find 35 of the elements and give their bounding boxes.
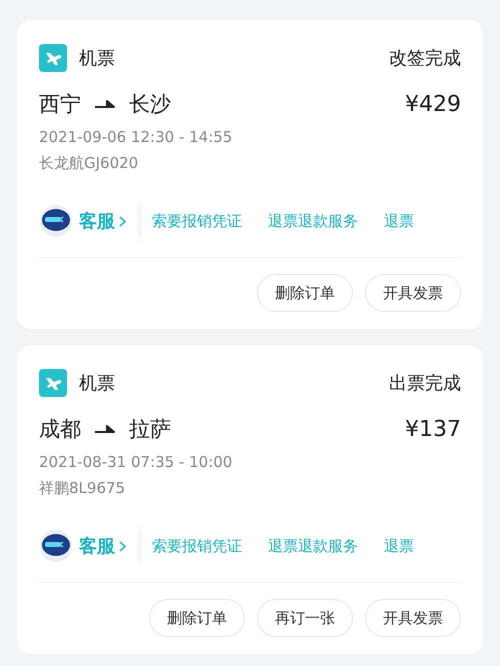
robot-head-icon — [39, 529, 73, 563]
arrival-city: 拉萨 — [129, 416, 171, 443]
customer-service-button[interactable]: 客服 — [73, 199, 138, 243]
service-link[interactable]: 退票退款服务 — [268, 536, 358, 556]
flight-number: 祥鹏8L9675 — [39, 479, 126, 498]
service-link[interactable]: 退票退款服务 — [268, 212, 358, 230]
departure-city: 成都 — [39, 416, 81, 443]
flight-number: 长龙航GJ6020 — [39, 154, 140, 173]
order-action-button[interactable]: 开具发票 — [365, 599, 461, 637]
arrival-city: 长沙 — [129, 91, 171, 118]
flight-time: 2021-09-06 12:30 - 14:55 — [39, 128, 234, 146]
flight-time: 2021-08-31 07:35 - 10:00 — [39, 453, 234, 471]
chevron-right-icon — [119, 540, 126, 552]
service-link[interactable]: 退票 — [384, 536, 414, 556]
departure-city: 西宁 — [39, 91, 81, 118]
order-status: 出票完成 — [389, 372, 461, 395]
arrow-icon — [95, 424, 115, 434]
order-status: 改签完成 — [389, 47, 461, 70]
robot-head-icon — [39, 204, 73, 238]
order-action-button[interactable]: 删除订单 — [149, 599, 245, 637]
order-action-button[interactable]: 删除订单 — [257, 274, 353, 312]
category-label: 机票 — [79, 372, 115, 395]
ticket-price: ¥429 — [405, 92, 461, 116]
service-link[interactable]: 退票 — [384, 212, 414, 230]
chevron-right-icon — [119, 216, 126, 226]
category-label: 机票 — [79, 47, 115, 70]
airplane-icon — [39, 369, 67, 397]
service-link[interactable]: 索要报销凭证 — [152, 536, 242, 556]
order-action-button[interactable]: 再订一张 — [257, 599, 353, 637]
airplane-icon — [39, 44, 67, 72]
customer-service-button[interactable]: 客服 — [73, 524, 138, 568]
order-action-button[interactable]: 开具发票 — [365, 274, 461, 312]
ticket-price: ¥137 — [405, 416, 461, 442]
arrow-icon — [95, 99, 115, 109]
service-link[interactable]: 索要报销凭证 — [152, 212, 242, 230]
